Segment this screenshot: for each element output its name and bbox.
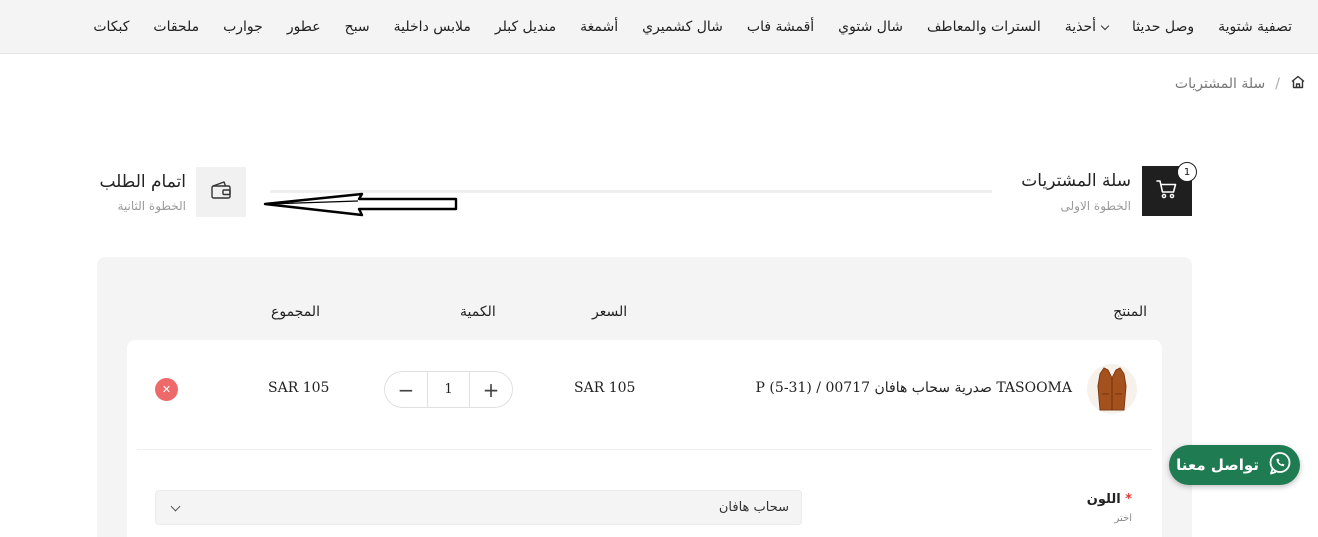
whatsapp-label: تواصل معنا bbox=[1176, 456, 1259, 474]
nav-item-winter-shawl[interactable]: شال شتوي bbox=[838, 19, 903, 35]
nav-item-label: عطور bbox=[286, 19, 321, 35]
nav-item-label: كبكات bbox=[93, 19, 130, 35]
nav-item-label: ملحقات bbox=[153, 19, 200, 35]
header-quantity: الكمية bbox=[460, 304, 496, 320]
nav-item-shoes[interactable]: أحذية bbox=[1064, 19, 1110, 35]
breadcrumb-current: سلة المشتريات bbox=[1174, 76, 1266, 92]
nav-item-label: جوارب bbox=[223, 19, 263, 35]
chevron-down-icon bbox=[170, 501, 181, 512]
color-option-label: اللون * bbox=[1087, 492, 1132, 507]
color-select[interactable]: سحاب هافان bbox=[155, 490, 802, 525]
product-price: SAR 105 bbox=[574, 380, 636, 396]
nav-item-new-arrivals[interactable]: وصل حديثا bbox=[1132, 19, 1194, 35]
nav-menu: تصفية شتوية وصل حديثا أحذية السترات والم… bbox=[93, 0, 1292, 54]
header-product: المنتج bbox=[1113, 304, 1147, 320]
nav-item-accessories[interactable]: ملحقات bbox=[153, 19, 199, 35]
nav-item-socks[interactable]: جوارب bbox=[223, 19, 263, 35]
nav-item-label: ملابس داخلية bbox=[393, 19, 471, 35]
product-name[interactable]: P صدرية سحاب هافان 00717 / (31-5) TASOOM… bbox=[756, 380, 1072, 396]
annotation-arrow-icon bbox=[263, 192, 458, 217]
step1-title: سلة المشتريات bbox=[1021, 171, 1131, 191]
nav-item-jackets-coats[interactable]: السترات والمعاطف bbox=[927, 19, 1041, 35]
nav-item-label: السترات والمعاطف bbox=[926, 19, 1041, 35]
nav-item-perfumes[interactable]: عطور bbox=[287, 19, 321, 35]
nav-item-label: تصفية شتوية bbox=[1218, 19, 1292, 35]
whatsapp-contact-button[interactable]: تواصل معنا bbox=[1169, 445, 1300, 485]
nav-item-label: وصل حديثا bbox=[1132, 19, 1195, 35]
wallet-icon bbox=[208, 178, 234, 206]
home-icon[interactable] bbox=[1290, 74, 1306, 94]
color-select-value: سحاب هافان bbox=[718, 500, 789, 515]
header-total: المجموع bbox=[271, 304, 320, 320]
decrease-quantity-button[interactable]: − bbox=[385, 372, 427, 407]
nav-item-label: شال شتوي bbox=[838, 19, 903, 35]
color-option-hint: اختر bbox=[1114, 513, 1133, 524]
nav-item-underwear[interactable]: ملابس داخلية bbox=[394, 19, 471, 35]
nav-item-winter-sale[interactable]: تصفية شتوية bbox=[1218, 19, 1292, 35]
nav-item-cufflinks[interactable]: كبكات bbox=[93, 19, 129, 35]
nav-item-rosaries[interactable]: سبح bbox=[345, 19, 370, 35]
whatsapp-icon bbox=[1267, 450, 1293, 480]
remove-item-button[interactable]: ✕ bbox=[155, 378, 178, 401]
quantity-value[interactable]: 1 bbox=[427, 372, 470, 407]
quantity-stepper: − 1 + bbox=[384, 371, 513, 408]
nav-item-label: شال كشميري bbox=[642, 19, 723, 35]
chevron-down-icon bbox=[1100, 21, 1110, 30]
nav-item-label: منديل كبلر bbox=[494, 19, 557, 35]
step2-title: اتمام الطلب bbox=[99, 172, 186, 192]
step1-subtitle: الخطوة الاولى bbox=[1060, 199, 1131, 213]
breadcrumb-separator: / bbox=[1275, 76, 1280, 92]
nav-item-label: أحذية bbox=[1064, 19, 1097, 35]
nav-item-label: سبح bbox=[344, 19, 370, 35]
item-total: SAR 105 bbox=[268, 380, 330, 396]
product-thumbnail[interactable] bbox=[1087, 364, 1137, 414]
row-divider bbox=[137, 449, 1152, 450]
header-price: السعر bbox=[592, 304, 628, 320]
nav-item-kepler-handkerchief[interactable]: منديل كبلر bbox=[495, 19, 556, 35]
breadcrumb: / سلة المشتريات bbox=[1175, 74, 1306, 94]
nav-item-fab-fabrics[interactable]: أقمشة فاب bbox=[747, 19, 814, 35]
step2-subtitle: الخطوة الثانية bbox=[117, 199, 186, 213]
nav-item-label: أشمغة bbox=[580, 19, 619, 35]
increase-quantity-button[interactable]: + bbox=[470, 372, 512, 407]
cart-count-badge: 1 bbox=[1177, 162, 1197, 182]
nav-item-shemaghs[interactable]: أشمغة bbox=[580, 19, 618, 35]
cart-icon bbox=[1155, 177, 1179, 205]
color-label-text: اللون bbox=[1086, 492, 1121, 507]
step2-checkout-box bbox=[196, 167, 246, 217]
required-mark: * bbox=[1125, 492, 1132, 507]
nav-item-cashmere-shawl[interactable]: شال كشميري bbox=[642, 19, 723, 35]
vest-image bbox=[1097, 367, 1127, 411]
nav-item-label: أقمشة فاب bbox=[746, 19, 815, 35]
top-navigation: تصفية شتوية وصل حديثا أحذية السترات والم… bbox=[0, 0, 1318, 54]
